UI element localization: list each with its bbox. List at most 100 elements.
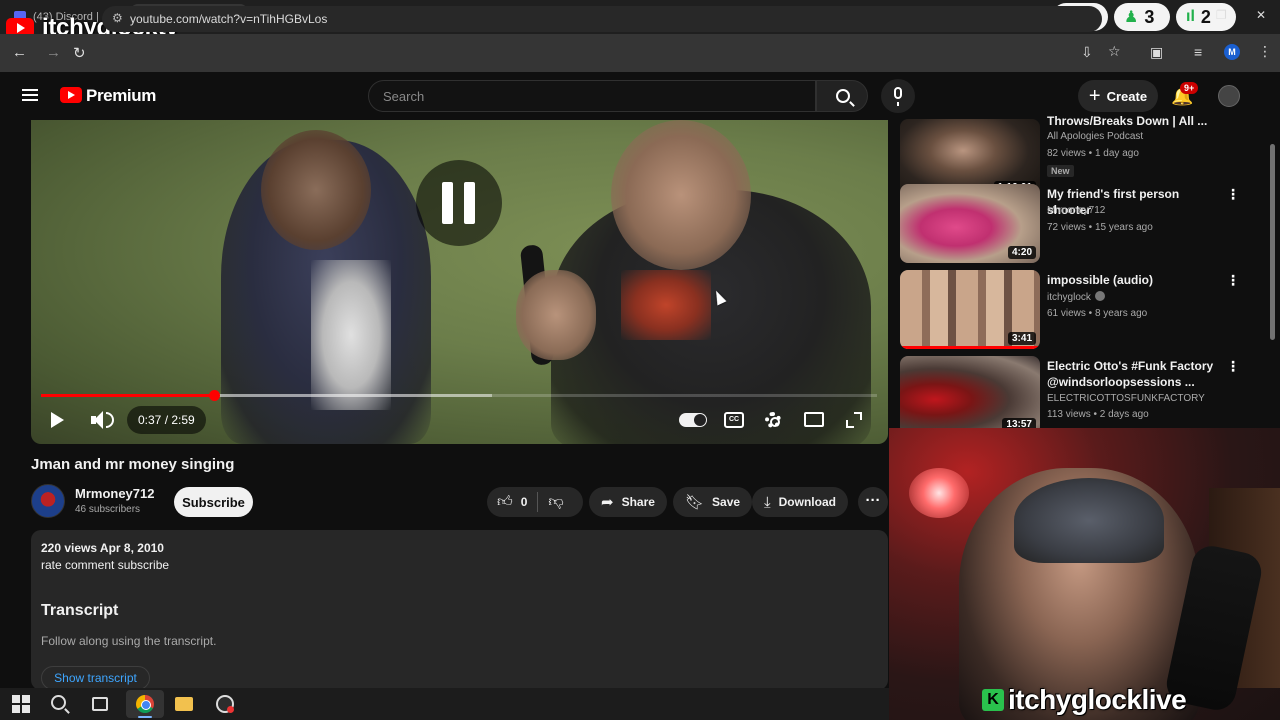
youtube-logo-icon[interactable] [60, 87, 82, 103]
like-dislike-group: 👍︎ 0 👎︎ [487, 487, 583, 517]
captions-icon[interactable]: CC [724, 412, 744, 428]
like-button[interactable]: 👍︎ 0 [487, 487, 537, 517]
url-text: youtube.com/watch?v=nTihHGBvLos [130, 12, 328, 26]
video-frame-shirt-left [311, 260, 391, 410]
recommendation-title[interactable]: impossible (audio) [1047, 272, 1217, 288]
more-options-icon[interactable]: ⋮ [1226, 272, 1240, 289]
subscriber-count: 46 subscribers [75, 504, 141, 515]
progress-bar[interactable] [41, 390, 877, 401]
save-button[interactable]: 🔖︎ Save [673, 487, 753, 517]
create-label: Create [1106, 88, 1148, 104]
download-button[interactable]: ⤓ Download [752, 487, 848, 517]
duration-badge: 3:41 [1007, 332, 1036, 345]
notification-badge: 9+ [1180, 82, 1199, 94]
install-app-icon[interactable]: ⇩ [1081, 44, 1093, 61]
chart-counter: ıl 2 [1176, 3, 1236, 31]
video-frame-head-right [611, 120, 751, 270]
save-label: Save [712, 495, 741, 509]
more-actions-button[interactable]: ··· [858, 487, 888, 517]
youtube-premium-wordmark[interactable]: Premium [86, 86, 156, 106]
recommendation-item[interactable]: 13:57 Electric Otto's #Funk Factory @win… [900, 356, 1245, 438]
webcam-channel-name: itchyglocklive [1008, 684, 1187, 715]
play-icon[interactable] [51, 412, 64, 428]
duration-badge: 4:20 [1007, 246, 1036, 259]
bookmark-icon: 🔖︎ [685, 494, 705, 511]
webcam-beanie [1014, 478, 1164, 563]
forward-arrow-icon[interactable]: → [46, 44, 61, 61]
search-button[interactable] [816, 80, 868, 112]
back-arrow-icon[interactable]: ← [12, 44, 27, 61]
recommendation-meta: 72 views • 15 years ago [1047, 222, 1153, 233]
search-input[interactable]: Search [368, 80, 816, 112]
reload-icon[interactable]: ↻ [73, 44, 86, 62]
like-count: 0 [520, 495, 528, 509]
streamer-webcam [889, 428, 1280, 720]
close-window-button[interactable]: ✕ [1256, 8, 1266, 22]
settings-gear-icon[interactable] [765, 412, 781, 428]
sidebar-scrollbar[interactable] [1270, 144, 1275, 340]
voice-search-button[interactable] [881, 79, 915, 113]
scrubber-handle[interactable] [209, 390, 221, 401]
recommendation-item[interactable]: 3:41 impossible (audio) itchyglock 61 vi… [900, 270, 1245, 352]
chrome-icon[interactable] [136, 695, 154, 713]
side-panel-icon[interactable]: ▣ [1150, 44, 1163, 61]
channel-avatar[interactable] [31, 484, 65, 518]
video-frame-head-left [261, 130, 371, 250]
recommendation-thumbnail[interactable]: 3:41 [900, 270, 1040, 349]
watched-progress-bar [900, 346, 1040, 349]
account-avatar[interactable] [1218, 85, 1240, 107]
browser-menu-icon[interactable]: ⋮ [1258, 43, 1272, 60]
recommendation-channel: itchyglock [1047, 292, 1091, 303]
more-options-icon[interactable]: ⋮ [1226, 358, 1240, 375]
recommendation-channel[interactable]: All Apologies Podcast [1047, 131, 1143, 142]
video-frame-hand [516, 270, 596, 360]
media-controls-icon[interactable]: ≡ [1194, 44, 1202, 60]
address-bar[interactable]: ⚙ youtube.com/watch?v=nTihHGBvLos [102, 6, 1102, 32]
hamburger-menu-icon[interactable] [22, 89, 38, 101]
fullscreen-icon[interactable] [846, 412, 862, 428]
transcript-heading: Transcript [41, 602, 119, 619]
subscribe-button[interactable]: Subscribe [174, 487, 253, 517]
video-frame-shirt-logo [621, 270, 711, 340]
recommendation-channel-row[interactable]: itchyglock [1047, 291, 1105, 303]
recommendation-channel[interactable]: ELECTRICOTTOSFUNKFACTORY [1047, 393, 1205, 404]
viewer-counter: ♟ 3 [1114, 3, 1170, 31]
viewer-count: 3 [1144, 6, 1155, 27]
profile-avatar[interactable]: M [1224, 44, 1240, 60]
file-explorer-icon[interactable] [175, 697, 193, 711]
share-button[interactable]: ➦ Share [589, 487, 667, 517]
create-button[interactable]: + Create [1078, 80, 1158, 112]
windows-start-icon[interactable] [12, 695, 30, 713]
show-transcript-button[interactable]: Show transcript [41, 666, 150, 690]
obs-recording-icon[interactable] [216, 695, 234, 713]
more-options-icon[interactable]: ⋮ [1226, 186, 1240, 203]
download-icon: ⤓ [764, 493, 771, 511]
taskbar-search-icon[interactable] [51, 695, 66, 710]
site-info-icon[interactable]: ⚙ [112, 11, 123, 25]
video-title: Jman and mr money singing [31, 456, 235, 473]
recommendation-item[interactable]: 4:20 My friend's first person shooter Mr… [900, 184, 1245, 266]
dislike-button[interactable]: 👎︎ [538, 487, 573, 517]
autoplay-toggle[interactable] [679, 413, 707, 427]
pause-overlay-icon[interactable] [416, 160, 502, 246]
recommendation-title[interactable]: Electric Otto's #Funk Factory @windsorlo… [1047, 358, 1217, 390]
recommendation-thumbnail[interactable]: 4:20 [900, 184, 1040, 263]
share-label: Share [621, 495, 655, 509]
played-bar [41, 394, 215, 397]
recommendation-thumbnail[interactable]: 13:57 [900, 356, 1040, 435]
task-view-icon[interactable] [92, 697, 108, 711]
channel-name[interactable]: Mrmoney712 [75, 486, 154, 501]
description-box[interactable]: 220 views Apr 8, 2010 rate comment subsc… [31, 530, 888, 690]
webcam-name-tag: K itchyglocklive [982, 684, 1187, 715]
recommendation-meta: 113 views • 2 days ago [1047, 409, 1149, 420]
recommendation-title[interactable]: Throws/Breaks Down | All ... [1047, 113, 1217, 129]
theater-mode-icon[interactable] [804, 412, 824, 427]
restore-window-button[interactable]: ❐ [1216, 8, 1227, 22]
microphone-icon [894, 87, 902, 106]
thumbs-down-icon: 👎︎ [548, 493, 564, 510]
recommendation-channel[interactable]: Mrmoney712 [1047, 205, 1105, 216]
volume-wave-icon [106, 412, 114, 428]
bookmark-star-icon[interactable]: ☆ [1108, 43, 1121, 60]
verified-check-icon [1094, 291, 1105, 301]
video-player[interactable]: 0:37 / 2:59 CC [31, 120, 888, 444]
